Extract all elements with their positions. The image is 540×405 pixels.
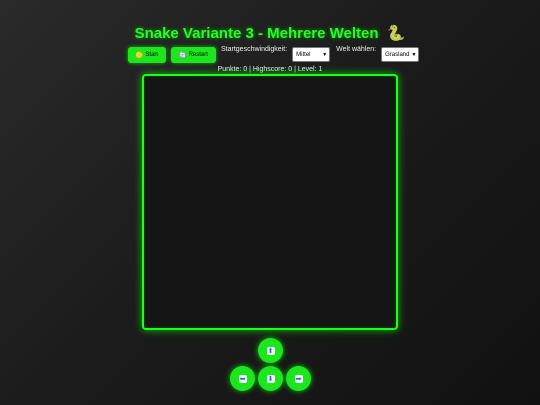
left-button[interactable]: ⬅ (230, 366, 255, 391)
chevron-down-icon: ▼ (322, 51, 328, 58)
restart-button[interactable]: 🔄 Restart (171, 47, 216, 63)
title-text: Snake Variante 3 - Mehrere Welten (134, 25, 379, 42)
arrow-up-icon: ⬆ (266, 346, 275, 355)
page-title: Snake Variante 3 - Mehrere Welten 🐍 (0, 24, 540, 42)
start-button[interactable]: 🟡 Start (128, 47, 166, 63)
speed-label: Startgeschwindigkeit: (221, 46, 288, 53)
down-button[interactable]: ⬇ (258, 366, 283, 391)
up-button[interactable]: ⬆ (258, 338, 283, 363)
world-select[interactable]: Grasland ▼ (381, 47, 420, 62)
world-value: Grasland (385, 51, 410, 58)
speed-value: Mittel (296, 51, 311, 58)
arrow-left-icon: ⬅ (238, 374, 247, 383)
score-display: Punkte: 0 | Highscore: 0 | Level: 1 (217, 66, 323, 73)
restart-label: Restart (188, 52, 208, 58)
right-button[interactable]: ➡ (286, 366, 311, 391)
game-board[interactable] (142, 74, 398, 330)
start-icon: 🟡 (135, 52, 144, 59)
restart-icon: 🔄 (179, 52, 187, 59)
controls-bar: 🟡 Start 🔄 Restart Startgeschwindigkeit: … (128, 45, 420, 63)
world-label: Welt wählen: (336, 46, 377, 53)
speed-select[interactable]: Mittel ▼ (292, 47, 331, 62)
chevron-down-icon: ▼ (411, 51, 417, 58)
arrow-down-icon: ⬇ (266, 374, 275, 383)
snake-icon: 🐍 (386, 25, 406, 42)
start-label: Start (145, 52, 159, 58)
arrow-right-icon: ➡ (294, 374, 303, 383)
